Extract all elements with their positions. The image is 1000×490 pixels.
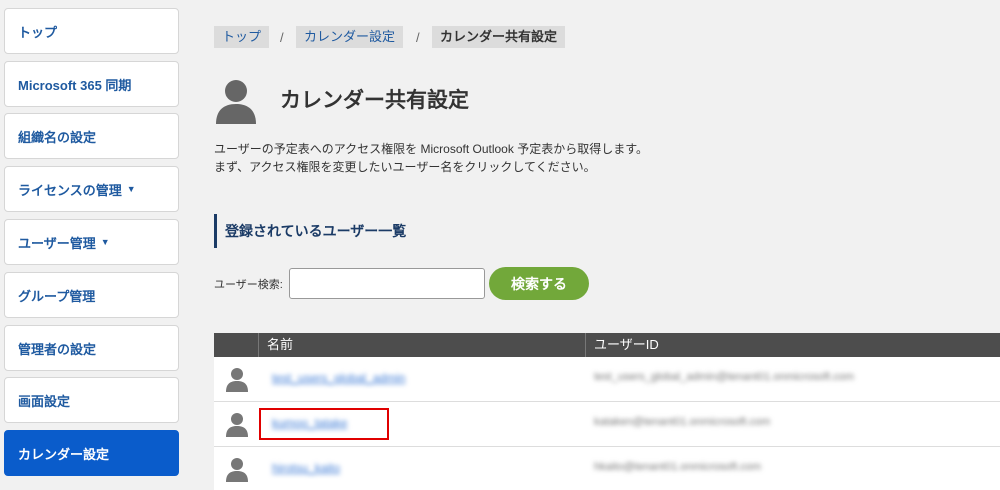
table-row: kumoo_tatake kataken@tenant01.onmicrosof… [214, 402, 1000, 447]
user-silhouette-icon [226, 413, 248, 437]
user-silhouette-icon [226, 458, 248, 482]
sidebar-item-label: 組織名の設定 [18, 129, 97, 145]
sidebar-item-m365-sync[interactable]: Microsoft 365 同期 [4, 61, 179, 107]
sidebar-item-top[interactable]: トップ [4, 8, 179, 54]
sidebar-item-label: 管理者の設定 [18, 341, 97, 357]
user-id: test_users_global_admin@tenant01.onmicro… [594, 371, 855, 383]
main-content: トップ / カレンダー設定 / カレンダー共有設定 カレンダー共有設定 ユーザー… [190, 0, 1000, 490]
sidebar-item-calendar[interactable]: カレンダー設定 [4, 430, 179, 476]
user-table: 名前 ユーザーID test_users_global_admin test_u… [214, 333, 1000, 490]
sidebar-item-admins[interactable]: 管理者の設定 [4, 325, 179, 371]
user-silhouette-icon [216, 80, 256, 124]
user-name-link[interactable]: hirotsu_kaito [272, 461, 340, 475]
table-row: test_users_global_admin test_users_globa… [214, 357, 1000, 402]
breadcrumb-current: カレンダー共有設定 [432, 26, 566, 48]
sidebar-item-users[interactable]: ユーザー管理 ▼ [4, 219, 179, 265]
table-header: 名前 ユーザーID [214, 333, 1000, 357]
sidebar-item-label: ライセンスの管理 [18, 182, 122, 198]
breadcrumb-calendar-settings[interactable]: カレンダー設定 [296, 26, 404, 48]
sidebar: トップ Microsoft 365 同期 組織名の設定 ライセンスの管理 ▼ ユー… [0, 0, 190, 490]
page-description: ユーザーの予定表へのアクセス権限を Microsoft Outlook 予定表か… [214, 140, 648, 176]
description-line: ユーザーの予定表へのアクセス権限を Microsoft Outlook 予定表か… [214, 142, 648, 156]
column-header-userid: ユーザーID [585, 333, 659, 357]
sidebar-item-label: 画面設定 [18, 393, 71, 409]
highlight-box [259, 408, 389, 440]
table-row: hirotsu_kaito hkaito@tenant01.onmicrosof… [214, 447, 1000, 490]
sidebar-item-screen[interactable]: 画面設定 [4, 377, 179, 423]
user-id: kataken@tenant01.onmicrosoft.com [594, 416, 771, 428]
caret-down-icon: ▼ [126, 184, 136, 194]
sidebar-item-license[interactable]: ライセンスの管理 ▼ [4, 166, 179, 212]
sidebar-item-label: ユーザー管理 [18, 235, 96, 251]
sidebar-item-label: トップ [18, 24, 58, 40]
sidebar-item-label: Microsoft 365 同期 [18, 77, 132, 93]
sidebar-item-org-name[interactable]: 組織名の設定 [4, 113, 179, 159]
user-search-input[interactable] [289, 268, 485, 299]
page-title: カレンダー共有設定 [280, 89, 469, 112]
breadcrumb-top[interactable]: トップ [214, 26, 270, 48]
breadcrumb-separator: / [416, 30, 420, 45]
description-line: まず、アクセス権限を変更したいユーザー名をクリックしてください。 [214, 160, 596, 174]
section-heading: 登録されているユーザー一覧 [214, 214, 406, 248]
breadcrumb-separator: / [280, 30, 284, 45]
search-label: ユーザー検索: [214, 279, 283, 291]
sidebar-item-groups[interactable]: グループ管理 [4, 272, 179, 318]
user-silhouette-icon [226, 368, 248, 392]
user-id: hkaito@tenant01.onmicrosoft.com [594, 461, 762, 473]
column-header-name: 名前 [258, 333, 293, 357]
caret-down-icon: ▼ [100, 237, 110, 247]
search-button[interactable]: 検索する [489, 267, 589, 300]
user-name-link[interactable]: test_users_global_admin [272, 371, 405, 385]
sidebar-item-label: カレンダー設定 [18, 446, 110, 462]
sidebar-item-label: グループ管理 [18, 288, 96, 304]
